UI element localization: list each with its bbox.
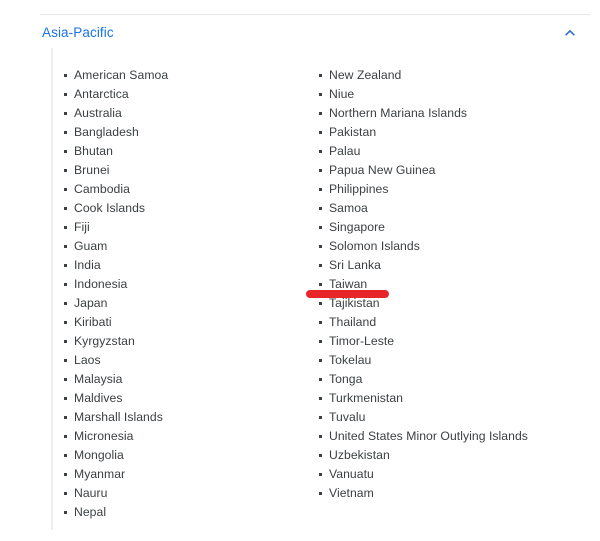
country-list-item: Taiwan [318, 275, 593, 294]
country-list-item: Malaysia [63, 370, 303, 389]
country-list-item: Mongolia [63, 446, 303, 465]
country-list-item: Brunei [63, 161, 303, 180]
country-list-left-column: American Samoa Antarctica Australia Banglad… [63, 66, 303, 522]
country-list-right-column: New Zealand Niue Northern Mariana Islands P… [318, 66, 593, 503]
list-left-rule [51, 48, 53, 530]
country-list-item: Timor-Leste [318, 332, 593, 351]
country-list-item: Kyrgyzstan [63, 332, 303, 351]
country-list-item: Myanmar [63, 465, 303, 484]
country-list-item: Nepal [63, 503, 303, 522]
country-list-item: Tajikistan [318, 294, 593, 313]
country-list-item: Vanuatu [318, 465, 593, 484]
country-list-item: Tonga [318, 370, 593, 389]
section-header-asia-pacific[interactable]: Asia-Pacific [40, 24, 590, 48]
country-list-item: Nauru [63, 484, 303, 503]
country-list-item: Tuvalu [318, 408, 593, 427]
country-list-item: Cook Islands [63, 199, 303, 218]
country-list-item: Antarctica [63, 85, 303, 104]
country-list-item: Laos [63, 351, 303, 370]
country-list-item: Niue [318, 85, 593, 104]
country-list-item: United States Minor Outlying Islands [318, 427, 593, 446]
country-list-item: Guam [63, 237, 303, 256]
country-list-item: India [63, 256, 303, 275]
country-list-item: Samoa [318, 199, 593, 218]
country-list-item: Maldives [63, 389, 303, 408]
country-list-item: Indonesia [63, 275, 303, 294]
country-list-item: Fiji [63, 218, 303, 237]
country-list-item: Singapore [318, 218, 593, 237]
section-top-divider [40, 14, 590, 15]
country-list-item: Micronesia [63, 427, 303, 446]
country-list-item: Turkmenistan [318, 389, 593, 408]
country-list-item: Japan [63, 294, 303, 313]
country-list-item: Sri Lanka [318, 256, 593, 275]
country-list-item: Palau [318, 142, 593, 161]
country-list-item: Papua New Guinea [318, 161, 593, 180]
country-list-item: Marshall Islands [63, 408, 303, 427]
country-list-item: Tokelau [318, 351, 593, 370]
section-title: Asia-Pacific [42, 25, 114, 40]
country-list-item: Uzbekistan [318, 446, 593, 465]
country-list-item: Bhutan [63, 142, 303, 161]
country-list-item: Australia [63, 104, 303, 123]
country-list-item: Philippines [318, 180, 593, 199]
country-list-item: Northern Mariana Islands [318, 104, 593, 123]
country-list-item: Cambodia [63, 180, 303, 199]
country-list-item: Pakistan [318, 123, 593, 142]
country-list-item: Kiribati [63, 313, 303, 332]
country-list-item: Solomon Islands [318, 237, 593, 256]
country-list-item: Thailand [318, 313, 593, 332]
asia-pacific-section-panel: Asia-Pacific American Samoa Antarctica Aus… [0, 0, 600, 541]
country-list-item: Vietnam [318, 484, 593, 503]
collapse-toggle-button[interactable] [560, 23, 580, 43]
country-list-item: Bangladesh [63, 123, 303, 142]
chevron-up-icon [563, 26, 577, 40]
country-list-item: New Zealand [318, 66, 593, 85]
country-list-item: American Samoa [63, 66, 303, 85]
